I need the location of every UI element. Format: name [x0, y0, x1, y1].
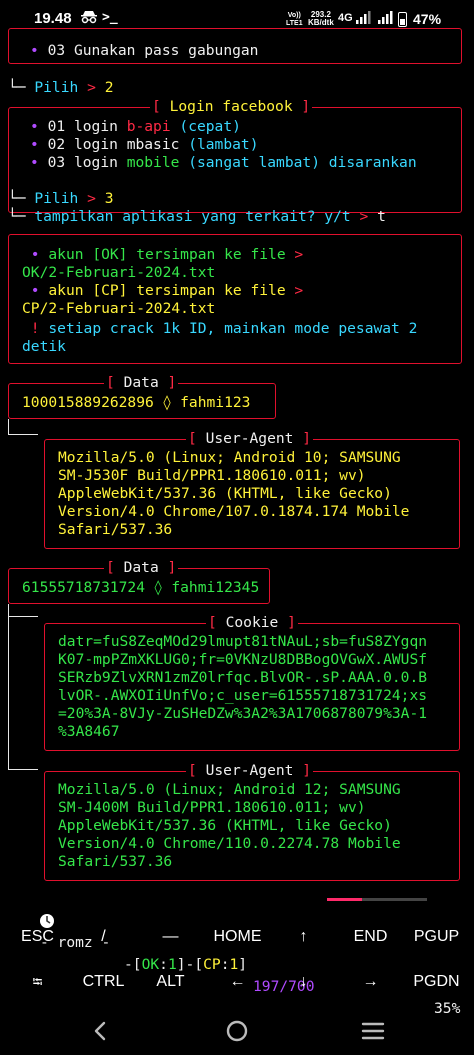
key-pgdn[interactable]: PGDN — [403, 959, 470, 1004]
navigation-bar — [0, 1006, 474, 1055]
key-alt[interactable]: ALT — [137, 959, 204, 1004]
key-pgup[interactable]: PGUP — [403, 914, 470, 959]
back-icon[interactable] — [85, 1016, 115, 1046]
cookie-line-1: datr=fuS8ZeqMOd29lmupt81tNAuL;sb=fuS8ZYg… — [58, 633, 428, 650]
ua2-line-4: Version/4.0 Chrome/110.0.2274.78 Mobile — [58, 835, 401, 852]
ua1-line-3: AppleWebKit/537.36 (KHTML, like Gecko) — [58, 485, 392, 502]
status-time: 19.48 — [34, 10, 72, 27]
ua2-line-1: Mozilla/5.0 (Linux; Android 12; SAMSUNG — [58, 781, 401, 798]
login-option-1: • 01 login b-api (cepat) — [30, 118, 241, 135]
key-right[interactable]: → — [337, 959, 404, 1004]
info-warn-line-2: detik — [22, 338, 66, 355]
cookie-line-3: SERzb9ZlvXRN1zmZ0lrfqc.BlvOR-.sP.AAA.0.0… — [58, 669, 428, 686]
cookie-line-4: lvOR-.AWXOIiUnfVo;c_user=61555718731724;… — [58, 687, 428, 704]
ua1-line-1: Mozilla/5.0 (Linux; Android 10; SAMSUNG — [58, 449, 401, 466]
cookie-box-title: [ Cookie ] — [206, 614, 298, 632]
ua2-line-5: Safari/537.36 — [58, 853, 173, 870]
data-box-2-title: [ Data ] — [104, 559, 179, 577]
incognito-icon — [80, 10, 98, 27]
extra-keys-bar: ESC / — HOME ↑ END PGUP ⭾ CTRL ALT ← ↓ →… — [0, 914, 474, 1004]
terminal-icon: >_ — [102, 10, 118, 25]
key-up[interactable]: ↑ — [270, 914, 337, 959]
data-1-value: 100015889262896 ◊ fahmi123 — [22, 394, 251, 411]
ua1-line-2: SM-J530F Build/PPR1.180610.011; wv) — [58, 467, 366, 484]
signal-icon-1 — [355, 11, 371, 28]
ua2-line-2: SM-J400M Build/PPR1.180610.011; wv) — [58, 799, 366, 816]
ua1-line-4: Version/4.0 Chrome/107.0.1874.174 Mobile — [58, 503, 410, 520]
key-esc[interactable]: ESC — [4, 914, 71, 959]
info-warn-line-1: ! setiap crack 1k ID, mainkan mode pesaw… — [30, 320, 418, 337]
user-agent-box-1-title: [ User-Agent ] — [186, 430, 314, 448]
login-option-2: • 02 login mbasic (lambat) — [30, 136, 259, 153]
cookie-line-5: =20%3A-8VJy-ZuSHeDZw%3A2%3A1706878079%3A… — [58, 705, 428, 722]
home-icon[interactable] — [222, 1016, 252, 1046]
key-down[interactable]: ↓ — [270, 959, 337, 1004]
prompt-pilih-1: └─ Pilih > 2 — [8, 79, 114, 96]
info-cp-line-1: • akun [CP] tersimpan ke file > — [30, 282, 304, 299]
key-home[interactable]: HOME — [204, 914, 271, 959]
battery-percent: 47% — [413, 11, 442, 27]
prompt-tampilkan: └─ tampilkan aplikasi yang terkait? y/t … — [8, 208, 386, 225]
key-end[interactable]: END — [337, 914, 404, 959]
tree-branch-cookie — [8, 616, 38, 618]
volte-indicator: Vo)) LTE1 — [286, 12, 303, 27]
terminal-output[interactable]: • 03 Gunakan pass gabungan └─ Pilih > 2 … — [0, 28, 474, 916]
login-option-3: • 03 login mobile (sangat lambat) disara… — [30, 154, 417, 171]
recents-icon[interactable] — [358, 1016, 388, 1046]
info-cp-line-2: CP/2-Februari-2024.txt — [22, 300, 216, 317]
cookie-line-2: K07-mpPZmXKLUG0;fr=0VKNzU8DBBogOVGwX.AWU… — [58, 651, 428, 668]
battery-icon — [398, 12, 407, 27]
progress-bar-fill — [327, 898, 362, 901]
data-box-1-title: [ Data ] — [104, 374, 179, 392]
info-ok-line-1: • akun [OK] tersimpan ke file > — [30, 246, 304, 263]
key-tab[interactable]: ⭾ — [4, 959, 71, 1004]
network-type: 4G — [338, 12, 353, 24]
net-speed: 293.2 KB/dtk — [308, 10, 334, 27]
info-ok-line-2: OK/2-Februari-2024.txt — [22, 264, 216, 281]
menu-option-3: • 03 Gunakan pass gabungan — [30, 42, 259, 59]
tree-branch-ua2 — [8, 769, 38, 771]
cookie-line-6: %3A8467 — [58, 723, 120, 740]
tree-trunk-2 — [8, 604, 10, 770]
key-dash[interactable]: — — [137, 914, 204, 959]
key-slash[interactable]: / — [70, 914, 137, 959]
tree-connector-1 — [8, 419, 38, 435]
key-ctrl[interactable]: CTRL — [70, 959, 137, 1004]
ua1-line-5: Safari/537.36 — [58, 521, 173, 538]
key-left[interactable]: ← — [204, 959, 271, 1004]
user-agent-box-2-title: [ User-Agent ] — [186, 762, 314, 780]
ua2-line-3: AppleWebKit/537.36 (KHTML, like Gecko) — [58, 817, 392, 834]
data-2-value: 61555718731724 ◊ fahmi12345 — [22, 579, 260, 596]
signal-icon-2 — [377, 11, 393, 28]
login-box-title: [ Login facebook ] — [150, 98, 313, 116]
prompt-pilih-2: └─ Pilih > 3 — [8, 190, 114, 207]
